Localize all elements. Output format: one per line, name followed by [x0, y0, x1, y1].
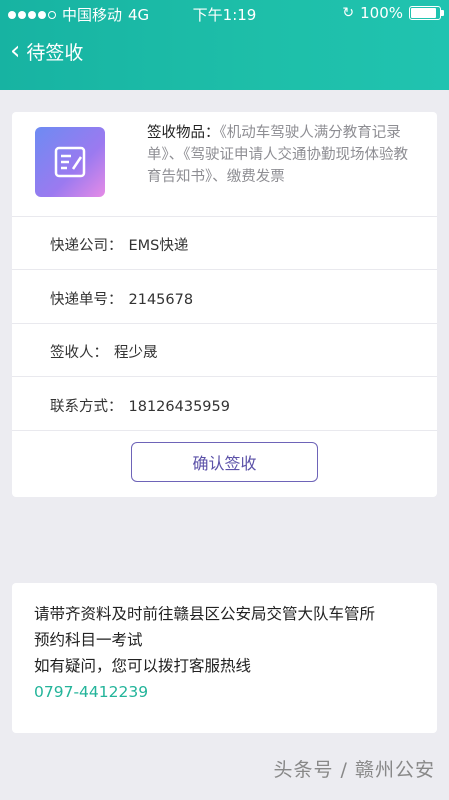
- contact-row: 联系方式： 18126435959: [50, 395, 230, 416]
- confirm-receipt-button[interactable]: 确认签收: [131, 442, 318, 482]
- tracking-value: 2145678: [128, 292, 194, 308]
- page-title: 待签收: [26, 42, 84, 64]
- courier-row: 快递公司： EMS快递: [50, 234, 188, 255]
- back-button[interactable]: ‹ 待签收: [10, 38, 83, 65]
- notice-line-2: 预约科目一考试: [34, 631, 143, 649]
- hotline-link[interactable]: 0797-4412239: [34, 679, 424, 705]
- courier-value: EMS快递: [128, 238, 189, 254]
- chevron-left-icon: ‹: [10, 35, 21, 66]
- courier-label: 快递公司：: [50, 238, 123, 254]
- status-time: 下午1:19: [192, 6, 257, 24]
- header-bar: 中国移动 4G 下午1:19 ↻ 100% ‹ 待签收: [0, 0, 449, 90]
- divider: [12, 323, 437, 324]
- battery-percent: 100%: [360, 4, 403, 22]
- notice-card: 请带齐资料及时前往赣县区公安局交管大队车管所 预约科目一考试 如有疑问，您可以拨…: [12, 583, 437, 733]
- orientation-lock-icon: ↻: [342, 5, 355, 21]
- recipient-label: 签收人：: [50, 345, 108, 361]
- contact-label: 联系方式：: [50, 399, 123, 415]
- watermark: 头条号 / 赣州公安: [273, 759, 435, 781]
- divider: [12, 376, 437, 377]
- notice-line-3: 如有疑问，您可以拨打客服热线: [34, 657, 252, 675]
- tracking-row: 快递单号： 2145678: [50, 288, 193, 309]
- item-description: 签收物品：《机动车驾驶人满分教育记录单》、《驾驶证申请人交通协勤现场体验教育告知…: [147, 122, 422, 188]
- divider: [12, 430, 437, 431]
- notice-line-1: 请带齐资料及时前往赣县区公安局交管大队车管所: [34, 605, 376, 623]
- item-label: 签收物品：: [147, 125, 220, 141]
- battery-icon: [409, 6, 444, 20]
- document-icon: [35, 127, 105, 197]
- divider: [12, 269, 437, 270]
- recipient-value: 程少晟: [114, 345, 158, 361]
- recipient-row: 签收人： 程少晟: [50, 341, 158, 362]
- divider: [12, 216, 437, 217]
- delivery-card: 签收物品：《机动车驾驶人满分教育记录单》、《驾驶证申请人交通协勤现场体验教育告知…: [12, 112, 437, 497]
- status-bar: 中国移动 4G 下午1:19 ↻ 100%: [0, 4, 449, 24]
- tracking-label: 快递单号：: [50, 292, 123, 308]
- contact-value: 18126435959: [128, 399, 230, 415]
